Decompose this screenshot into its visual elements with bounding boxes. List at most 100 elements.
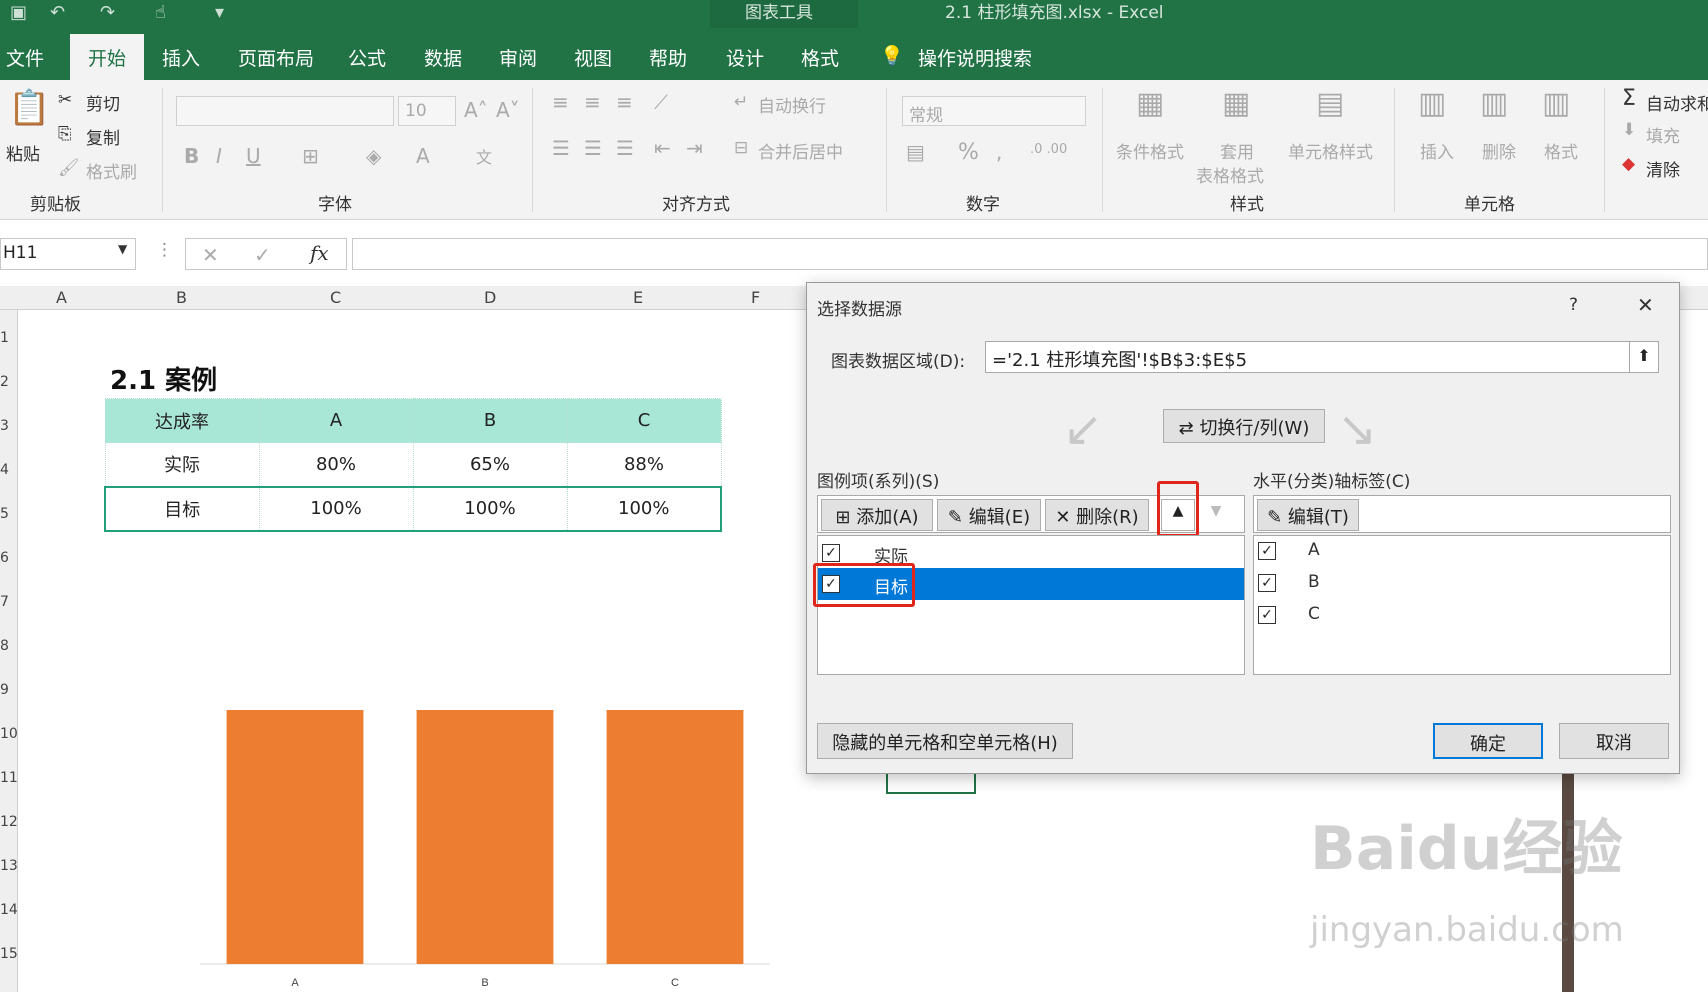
table-cell[interactable]: 100% [566,485,722,532]
row-header[interactable]: 3 [0,418,9,434]
hidden-empty-cells-button[interactable]: 隐藏的单元格和空单元格(H) [817,723,1073,759]
cancel-icon[interactable]: ✕ [202,243,219,267]
fill-button[interactable]: 填充 [1646,122,1680,147]
paste-button[interactable]: 粘贴 [6,140,40,165]
row-header[interactable]: 4 [0,462,9,478]
checkbox[interactable]: ✓ [1258,542,1276,560]
cell-styles-button[interactable]: 单元格样式 [1288,138,1373,163]
conditional-format-button[interactable]: 条件格式 [1116,138,1184,163]
autosum-button[interactable]: 自动求和 [1646,90,1708,115]
fill-icon[interactable]: ⬇ [1622,120,1636,140]
row-header[interactable]: 1 [0,330,9,346]
phonetic-icon[interactable]: 文 [476,144,492,168]
underline-icon[interactable]: U [246,144,261,168]
conditional-format-icon[interactable]: ▦ [1136,86,1164,121]
tab-insert[interactable]: 插入 [162,44,200,71]
align-top-icon[interactable]: ≡ [552,90,569,114]
tell-me-search[interactable]: 操作说明搜索 [918,44,1032,71]
orientation-icon[interactable]: ⟋ [654,90,668,114]
merge-icon[interactable]: ⊟ [734,138,748,158]
format-as-table-icon[interactable]: ▦ [1222,86,1250,121]
merge-center-button[interactable]: 合并后居中 [758,138,843,163]
name-box[interactable]: H11 [0,238,136,270]
row-header[interactable]: 2 [0,374,9,390]
table-cell[interactable]: 实际 [104,442,260,487]
format-cells-icon[interactable]: ▥ [1542,86,1570,121]
align-center-icon[interactable]: ☰ [584,136,602,160]
tab-file[interactable]: 文件 [6,44,44,71]
collapse-range-icon[interactable]: ⬆ [1629,341,1659,373]
tab-view[interactable]: 视图 [574,44,612,71]
list-item[interactable]: ✓ C [1254,600,1670,632]
accounting-icon[interactable]: ▤ [906,140,925,164]
tab-help[interactable]: 帮助 [649,44,687,71]
insert-function-icon[interactable]: fx [310,241,329,265]
table-cell[interactable]: A [258,398,414,443]
delete-cells-icon[interactable]: ▥ [1480,86,1508,121]
redo-icon[interactable]: ↷ [100,2,115,23]
switch-row-column-button[interactable]: ⇄ 切换行/列(W) [1163,409,1325,443]
chart-bar[interactable] [606,710,744,964]
table-cell[interactable]: 100% [258,485,414,532]
ok-button[interactable]: 确定 [1433,723,1543,759]
column-header[interactable]: A [56,288,67,307]
italic-icon[interactable]: I [216,144,222,168]
cut-button[interactable]: 剪切 [86,90,120,115]
help-button[interactable]: ? [1569,295,1578,315]
align-left-icon[interactable]: ☰ [552,136,570,160]
row-header[interactable]: 12 [0,814,18,830]
row-header[interactable]: 8 [0,638,9,654]
align-bottom-icon[interactable]: ≡ [616,90,633,114]
align-middle-icon[interactable]: ≡ [584,90,601,114]
checkbox[interactable]: ✓ [1258,606,1276,624]
tab-data[interactable]: 数据 [424,44,462,71]
column-chart[interactable]: A B C [190,690,780,990]
insert-cells-icon[interactable]: ▥ [1418,86,1446,121]
tab-format[interactable]: 格式 [801,44,839,71]
align-right-icon[interactable]: ☰ [616,136,634,160]
column-header[interactable]: F [751,288,760,307]
font-color-icon[interactable]: A [416,144,430,168]
grow-font-icon[interactable]: A˄ [464,98,488,122]
close-button[interactable]: ✕ [1637,293,1654,317]
tab-page-layout[interactable]: 页面布局 [238,44,314,71]
formula-input[interactable] [352,238,1708,270]
edit-axis-button[interactable]: ✎ 编辑(T) [1257,499,1359,531]
table-cell[interactable]: 88% [566,442,722,487]
save-icon[interactable]: ▣ [10,2,27,23]
font-name-combo[interactable] [176,96,394,126]
undo-icon[interactable]: ↶ [50,2,65,23]
table-cell[interactable]: 80% [258,442,414,487]
checkbox[interactable]: ✓ [1258,574,1276,592]
range-input[interactable]: ='2.1 柱形填充图'!$B$3:$E$5 [985,341,1633,373]
fill-color-icon[interactable]: ◈ [366,144,381,168]
tab-formulas[interactable]: 公式 [348,44,386,71]
cancel-button[interactable]: 取消 [1559,723,1669,759]
edit-series-button[interactable]: ✎ 编辑(E) [937,499,1041,531]
table-cell[interactable]: B [412,398,568,443]
cell-styles-icon[interactable]: ▤ [1316,86,1344,121]
list-item[interactable]: ✓ A [1254,536,1670,568]
bold-icon[interactable]: B [184,144,199,168]
row-header[interactable]: 9 [0,682,9,698]
add-series-button[interactable]: ⊞ 添加(A) [821,499,933,531]
row-header[interactable]: 7 [0,594,9,610]
row-header[interactable]: 14 [0,902,18,918]
comma-icon[interactable]: , [996,140,1002,164]
table-cell[interactable]: 达成率 [104,398,260,443]
eraser-icon[interactable]: ◆ [1622,154,1635,174]
autosum-icon[interactable]: Σ [1622,86,1636,111]
chart-bar[interactable] [226,710,364,964]
move-down-button[interactable]: ▼ [1199,499,1233,531]
table-cell[interactable]: 目标 [104,485,260,532]
increase-decimal-icon[interactable]: .0 .00 [1030,142,1067,157]
table-cell[interactable]: 100% [412,485,568,532]
font-size-combo[interactable]: 10 [398,96,456,126]
clear-button[interactable]: 清除 [1646,156,1680,181]
increase-indent-icon[interactable]: ⇥ [686,136,703,160]
row-header[interactable]: 15 [0,946,18,962]
number-format-combo[interactable]: 常规 [902,96,1086,126]
format-cells-button[interactable]: 格式 [1544,138,1578,163]
format-painter-icon[interactable]: 🖌 [58,158,80,178]
row-header[interactable]: 10 [0,726,18,742]
